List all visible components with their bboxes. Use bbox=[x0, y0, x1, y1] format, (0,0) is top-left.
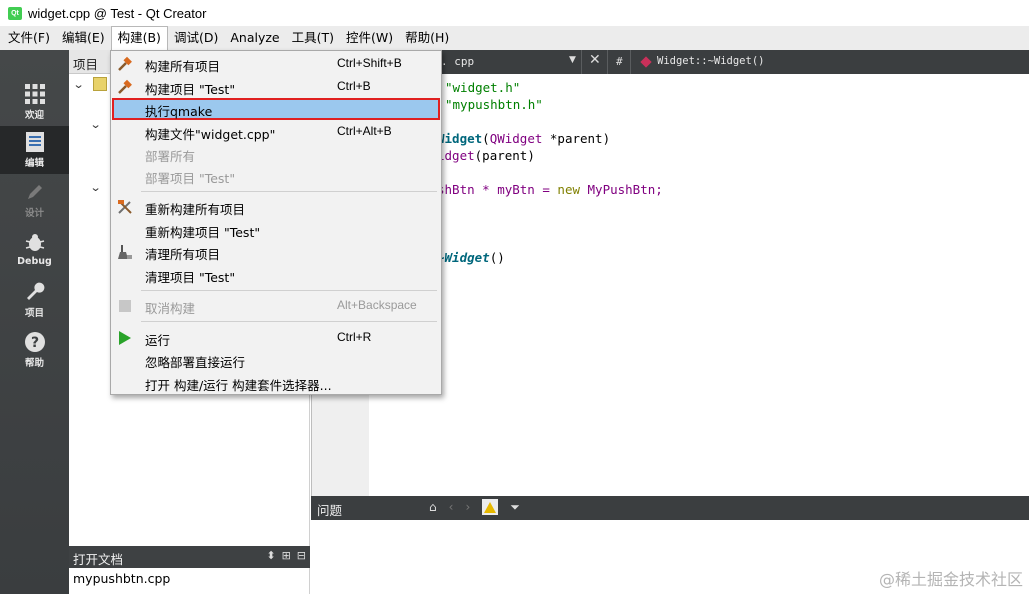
menu-separator bbox=[141, 321, 437, 322]
next-arrow-icon[interactable]: › bbox=[465, 500, 470, 514]
file-selector[interactable]: . cpp bbox=[441, 55, 474, 68]
open-document-item[interactable]: mypushbtn.cpp bbox=[73, 571, 170, 586]
menu-item-run-without-deploy[interactable]: 忽略部署直接运行 bbox=[112, 349, 440, 371]
code-editor[interactable]: "widget.h" "mypushbtn.h" Widget(QWidget … bbox=[369, 74, 1029, 496]
broom-icon bbox=[117, 244, 133, 260]
menu-item-run-qmake[interactable]: 执行qmake bbox=[112, 98, 440, 120]
dropdown-arrow-icon[interactable]: ▼ bbox=[569, 55, 576, 65]
menu-widgets[interactable]: 控件(W) bbox=[340, 26, 399, 50]
open-documents-title: 打开文档 bbox=[73, 552, 124, 567]
mode-sidebar: 欢迎 编辑 设计 Debug 项目 ? 帮助 bbox=[0, 50, 69, 594]
mode-edit-label: 编辑 bbox=[24, 157, 44, 169]
clean-icon[interactable]: ⌂ bbox=[429, 500, 437, 514]
menu-item-run[interactable]: 运行 Ctrl+R bbox=[112, 327, 440, 349]
mode-help-label: 帮助 bbox=[24, 357, 44, 369]
function-symbol-icon bbox=[640, 56, 652, 68]
previous-arrow-icon[interactable]: ‹ bbox=[449, 500, 454, 514]
menu-item-clean-all[interactable]: 清理所有项目 bbox=[112, 241, 440, 263]
watermark: @稀土掘金技术社区 bbox=[878, 570, 1023, 589]
chevron-down-icon[interactable]: ⌄ bbox=[73, 78, 85, 91]
toolbar-divider bbox=[581, 50, 582, 74]
play-icon bbox=[117, 330, 133, 346]
warning-filter-icon[interactable] bbox=[482, 499, 499, 515]
mode-help[interactable]: ? 帮助 bbox=[0, 326, 69, 374]
filter-icon[interactable]: ⏷ bbox=[510, 500, 520, 515]
hammer-wrench-icon bbox=[117, 199, 133, 215]
stop-icon bbox=[117, 298, 133, 314]
mode-design[interactable]: 设计 bbox=[0, 176, 69, 224]
open-documents-list: mypushbtn.cpp bbox=[69, 568, 310, 594]
document-icon bbox=[25, 131, 44, 152]
open-documents-header: 打开文档 ⬍ ⊞ ⊟ bbox=[69, 546, 310, 568]
symbol-selector[interactable]: Widget::~Widget() bbox=[657, 55, 764, 67]
code-line: ~Widget() bbox=[437, 250, 505, 265]
mode-welcome-label: 欢迎 bbox=[24, 109, 44, 121]
code-line: Widget(QWidget *parent) bbox=[437, 131, 611, 146]
code-line: idget(parent) bbox=[437, 148, 535, 163]
menu-item-build-file[interactable]: 构建文件"widget.cpp" Ctrl+Alt+B bbox=[112, 121, 440, 143]
menu-item-build-project[interactable]: 构建项目 "Test" Ctrl+B bbox=[112, 76, 440, 98]
close-document-icon[interactable]: ✕ bbox=[589, 52, 601, 68]
close-pane-icon[interactable]: ⊟ bbox=[297, 549, 306, 562]
menu-help[interactable]: 帮助(H) bbox=[399, 26, 455, 50]
menu-item-deploy-all: 部署所有 bbox=[145, 149, 196, 164]
svg-text:?: ? bbox=[30, 335, 38, 351]
window-title: widget.cpp @ Test - Qt Creator bbox=[28, 5, 207, 21]
projects-pane-title: 项目 bbox=[73, 57, 99, 72]
menu-separator bbox=[141, 191, 437, 192]
mode-design-label: 设计 bbox=[24, 207, 44, 219]
menu-separator bbox=[141, 290, 437, 291]
menu-edit[interactable]: 编辑(E) bbox=[56, 26, 111, 50]
menu-item-cancel-build: 取消构建 Alt+Backspace bbox=[112, 295, 440, 317]
mode-debug-label: Debug bbox=[17, 256, 52, 267]
title-bar: Qt widget.cpp @ Test - Qt Creator bbox=[0, 0, 1029, 26]
chevron-down-icon[interactable]: ⌄ bbox=[90, 181, 102, 194]
menu-item-rebuild-project[interactable]: 重新构建项目 "Test" bbox=[112, 219, 440, 241]
menu-item-build-all[interactable]: 构建所有项目 Ctrl+Shift+B bbox=[112, 53, 440, 75]
menu-bar: 文件(F) 编辑(E) 构建(B) 调试(D) Analyze 工具(T) 控件… bbox=[0, 25, 1029, 51]
wrench-icon bbox=[26, 282, 44, 300]
mode-projects-label: 项目 bbox=[24, 307, 44, 319]
mode-welcome[interactable]: 欢迎 bbox=[0, 78, 69, 126]
mode-projects[interactable]: 项目 bbox=[0, 276, 69, 324]
menu-tools[interactable]: 工具(T) bbox=[286, 26, 340, 50]
code-line: "mypushbtn.h" bbox=[445, 97, 543, 112]
bug-icon bbox=[25, 234, 44, 251]
menu-item-open-kit-selector[interactable]: 打开 构建/运行 构建套件选择器... bbox=[112, 372, 440, 394]
hammer-icon bbox=[117, 79, 133, 95]
help-icon: ? bbox=[24, 331, 45, 352]
issues-title: 问题 bbox=[317, 503, 343, 518]
menu-analyze[interactable]: Analyze bbox=[224, 26, 285, 50]
toolbar-divider bbox=[607, 50, 608, 74]
issues-toolbar: ⌂ ‹ › ⏷ bbox=[429, 499, 520, 515]
hash-button[interactable]: # bbox=[616, 55, 623, 68]
open-documents-tools: ⬍ ⊞ ⊟ bbox=[266, 549, 306, 562]
menu-debug[interactable]: 调试(D) bbox=[168, 26, 224, 50]
mode-debug[interactable]: Debug bbox=[0, 226, 69, 274]
menu-build[interactable]: 构建(B) bbox=[110, 25, 168, 51]
build-menu-dropdown: 构建所有项目 Ctrl+Shift+B 构建项目 "Test" Ctrl+B 执… bbox=[110, 50, 442, 395]
issues-panel-header: 问题 ⌂ ‹ › ⏷ bbox=[311, 496, 1029, 520]
hammer-icon bbox=[117, 56, 133, 72]
grid-icon bbox=[24, 83, 45, 104]
project-folder-icon bbox=[93, 77, 107, 91]
chevron-down-icon[interactable]: ⌄ bbox=[90, 118, 102, 131]
code-line: shBtn * myBtn = new MyPushBtn; bbox=[437, 182, 663, 197]
pencil-icon bbox=[27, 184, 42, 199]
menu-item-rebuild-all[interactable]: 重新构建所有项目 bbox=[112, 196, 440, 218]
qt-creator-logo-icon: Qt bbox=[8, 6, 22, 20]
split-icon[interactable]: ⊞ bbox=[282, 549, 291, 562]
sort-arrows-icon[interactable]: ⬍ bbox=[266, 549, 275, 562]
toolbar-divider bbox=[630, 50, 631, 74]
menu-item-clean-project[interactable]: 清理项目 "Test" bbox=[112, 264, 440, 286]
menu-file[interactable]: 文件(F) bbox=[2, 26, 56, 50]
menu-item-deploy-project: 部署项目 "Test" bbox=[145, 171, 236, 186]
code-line: "widget.h" bbox=[445, 80, 521, 95]
mode-edit[interactable]: 编辑 bbox=[0, 126, 69, 174]
